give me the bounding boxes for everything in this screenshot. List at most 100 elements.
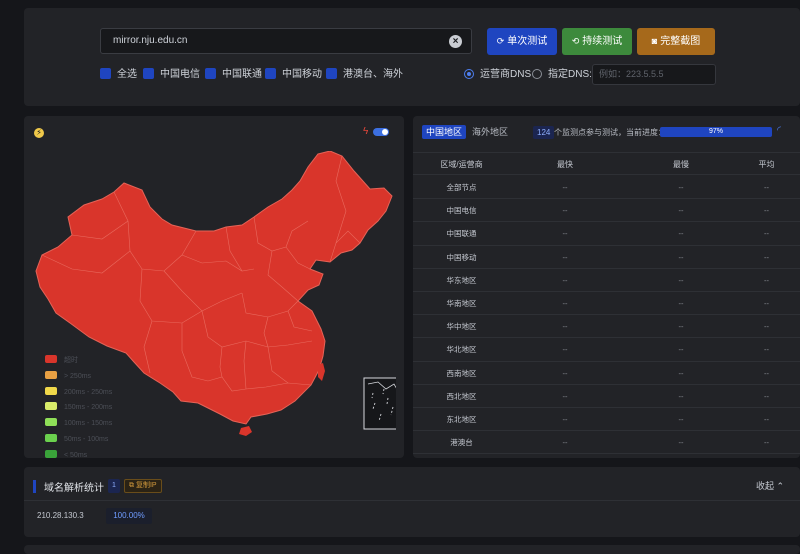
chevron-up-icon: ⌃ bbox=[773, 481, 784, 491]
single-test-label: 单次测试 bbox=[507, 36, 548, 47]
resolved-ip: 210.28.130.3 bbox=[37, 511, 84, 520]
table-row: 中国联通 -- -- -- bbox=[413, 222, 800, 246]
region-cell: 东北地区 bbox=[446, 415, 477, 424]
map-toggle-switch[interactable] bbox=[373, 128, 389, 136]
tab-china[interactable]: 中国地区 bbox=[422, 125, 467, 139]
latency-cell: -- bbox=[562, 438, 568, 448]
latency-cell: -- bbox=[764, 206, 769, 216]
latency-cell: -- bbox=[678, 415, 684, 424]
latency-cell: -- bbox=[678, 206, 684, 216]
copy-ip-button[interactable]: ⧉ 复制IP bbox=[124, 479, 162, 493]
progress-bar: 97% bbox=[660, 127, 772, 137]
table-row: 港澳台 -- -- -- bbox=[413, 431, 800, 455]
logo-icon: ⚡ bbox=[34, 128, 44, 138]
legend-swatch bbox=[45, 386, 57, 395]
table-row: 东北地区 -- -- -- bbox=[413, 408, 800, 432]
dns-stats-header: 域名解析统计 1 ⧉ 复制IP 收起 ⌃ bbox=[24, 467, 800, 501]
close-circle-icon[interactable]: × bbox=[449, 35, 462, 48]
full-screenshot-button[interactable]: ◙ 完整截图 bbox=[637, 28, 715, 55]
legend-label: 50ms - 100ms bbox=[64, 435, 109, 443]
column-header: 最快 bbox=[557, 160, 573, 169]
table-row: 西北地区 -- -- -- bbox=[413, 385, 800, 408]
checkbox-label: 港澳台、海外 bbox=[343, 69, 403, 80]
radio-dot bbox=[532, 69, 542, 79]
latency-cell: -- bbox=[764, 415, 769, 424]
custom-dns-input[interactable]: 例如：223.5.5.5 bbox=[592, 64, 716, 85]
latency-cell: -- bbox=[764, 275, 769, 285]
dns-stats-panel: 域名解析统计 1 ⧉ 复制IP 收起 ⌃ 210.28.130.3 100.00… bbox=[24, 467, 800, 537]
search-input-value: mirror.nju.edu.cn bbox=[113, 35, 188, 46]
full-screenshot-label: 完整截图 bbox=[660, 36, 701, 47]
latency-cell: -- bbox=[562, 299, 568, 308]
checkbox-telecom[interactable]: 中国电信 bbox=[143, 68, 200, 82]
latency-cell: -- bbox=[562, 252, 568, 262]
legend-swatch bbox=[45, 370, 57, 379]
latency-cell: -- bbox=[678, 438, 684, 448]
legend-label: 150ms - 200ms bbox=[64, 404, 113, 412]
lightning-icon: ϟ bbox=[363, 126, 369, 137]
latency-cell: -- bbox=[764, 183, 769, 192]
single-test-button[interactable]: ⟳ 单次测试 bbox=[487, 28, 557, 55]
radio-carrier-dns[interactable]: 运营商DNS bbox=[464, 69, 531, 81]
checkbox-box bbox=[265, 68, 276, 79]
latency-cell: -- bbox=[678, 229, 684, 239]
latency-cell: -- bbox=[562, 415, 568, 424]
table-row: 西南地区 -- -- -- bbox=[413, 362, 800, 385]
legend-swatch bbox=[45, 355, 57, 363]
copy-ip-label: 复制IP bbox=[135, 482, 157, 489]
checkbox-label: 中国联通 bbox=[222, 69, 262, 80]
legend-label: 超时 bbox=[64, 357, 78, 364]
column-header: 最慢 bbox=[673, 160, 689, 169]
dns-stats-title: 域名解析统计 bbox=[44, 483, 104, 494]
legend-label: > 250ms bbox=[64, 372, 92, 380]
dns-count-badge: 1 bbox=[108, 479, 120, 493]
checkbox-unicom[interactable]: 中国联通 bbox=[205, 68, 262, 82]
legend-item: 200ms - 250ms bbox=[45, 386, 112, 403]
legend-label: 100ms - 150ms bbox=[64, 420, 113, 428]
latency-cell: -- bbox=[678, 391, 684, 401]
latency-cell: -- bbox=[764, 345, 769, 355]
collapse-button[interactable]: 收起 ⌃ bbox=[756, 479, 784, 492]
checkbox-overseas[interactable]: 港澳台、海外 bbox=[326, 68, 403, 82]
column-header: 区域/运营商 bbox=[440, 160, 483, 169]
checkbox-mobile[interactable]: 中国移动 bbox=[265, 68, 322, 82]
latency-cell: -- bbox=[764, 322, 769, 332]
latency-cell: -- bbox=[678, 275, 684, 285]
loading-spinner-icon: ◜ bbox=[777, 125, 781, 136]
legend-item: > 250ms bbox=[45, 370, 112, 387]
latency-cell: -- bbox=[678, 322, 684, 332]
radio-custom-dns[interactable]: 指定DNS: bbox=[532, 69, 592, 81]
copy-icon: ⧉ bbox=[129, 482, 136, 489]
region-cell: 全部节点 bbox=[446, 183, 477, 192]
latency-cell: -- bbox=[562, 206, 568, 216]
latency-cell: -- bbox=[678, 368, 684, 378]
region-cell: 华东地区 bbox=[446, 275, 477, 285]
region-cell: 华北地区 bbox=[446, 345, 477, 355]
loop-icon: ⟲ bbox=[571, 36, 580, 46]
test-config-panel: mirror.nju.edu.cn × ⟳ 单次测试 ⟲ 持续测试 ◙ 完整截图 全选… bbox=[24, 8, 800, 106]
checkbox-select-all[interactable]: 全选 bbox=[100, 68, 137, 82]
resolved-ip-percent: 100.00% bbox=[106, 508, 152, 524]
region-cell: 华南地区 bbox=[446, 299, 477, 308]
legend-item: 超时 bbox=[45, 355, 112, 371]
checkbox-box bbox=[143, 68, 154, 79]
continuous-test-label: 持续测试 bbox=[582, 36, 623, 47]
map-legend: 超时 > 250ms 200ms - 250ms 150ms - 200ms 1… bbox=[45, 355, 112, 466]
search-input[interactable]: mirror.nju.edu.cn × bbox=[100, 28, 472, 54]
table-row: 华北地区 -- -- -- bbox=[413, 338, 800, 362]
region-cell: 中国移动 bbox=[446, 252, 477, 262]
table-row: 中国电信 -- -- -- bbox=[413, 199, 800, 223]
legend-label: < 50ms bbox=[64, 451, 88, 459]
node-count-badge: 124 bbox=[533, 126, 555, 139]
latency-cell: -- bbox=[562, 322, 568, 332]
latency-cell: -- bbox=[678, 345, 684, 355]
continuous-test-button[interactable]: ⟲ 持续测试 bbox=[562, 28, 632, 55]
latency-cell: -- bbox=[764, 229, 769, 239]
tab-overseas[interactable]: 海外地区 bbox=[472, 125, 508, 139]
legend-swatch bbox=[45, 418, 57, 427]
section-accent-bar bbox=[33, 480, 36, 493]
checkbox-label: 中国移动 bbox=[282, 69, 322, 80]
latency-cell: -- bbox=[764, 438, 769, 448]
region-cell: 中国电信 bbox=[446, 206, 477, 216]
south-china-sea-inset bbox=[363, 377, 396, 430]
